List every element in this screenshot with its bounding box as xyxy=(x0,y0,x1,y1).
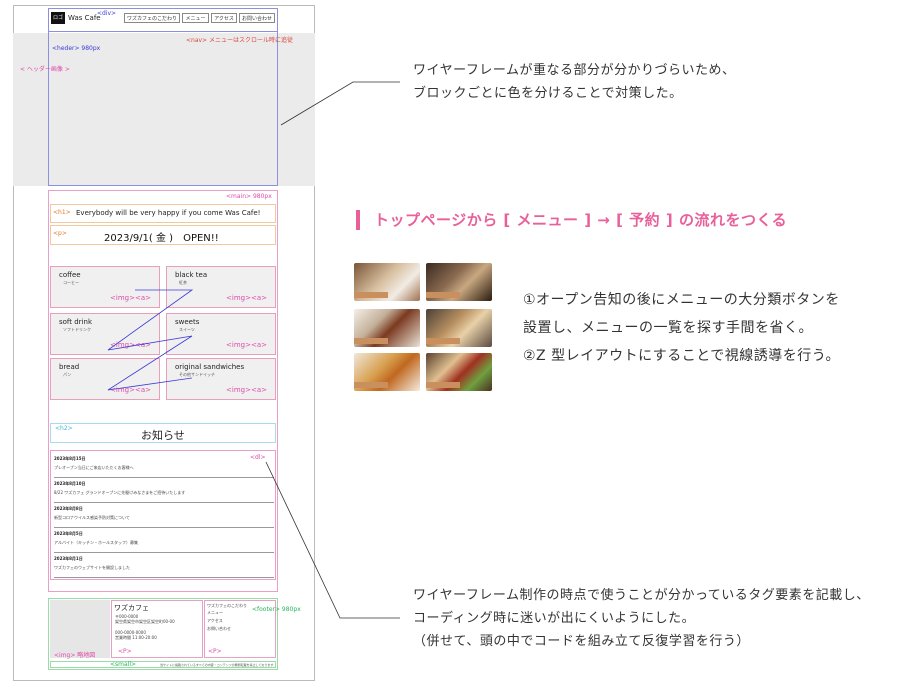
flow-heading: トップページから [ メニュー ] → [ 予約 ] の流れをつくる xyxy=(374,211,788,229)
thumb-caption xyxy=(354,338,388,344)
thumb-caption xyxy=(426,338,460,344)
thumb-coffee xyxy=(354,263,420,301)
thumb-black-tea xyxy=(426,263,492,301)
note-color-blocks: ワイヤーフレームが重なる部分が分かりづらいため、 ブロックごとに色を分けることで… xyxy=(413,63,736,101)
thumb-soft-drink xyxy=(354,309,420,347)
thumb-caption xyxy=(426,292,460,298)
thumb-bread xyxy=(354,353,420,391)
thumb-sandwich xyxy=(426,353,492,391)
thumb-caption xyxy=(354,382,388,388)
heading-bar xyxy=(356,210,360,230)
thumb-sweets xyxy=(426,309,492,347)
thumb-caption xyxy=(354,292,388,298)
thumb-caption xyxy=(426,382,460,388)
note-tag-elements: ワイヤーフレーム制作の時点で使うことが分かっているタグ要素を記載し、 コーディン… xyxy=(413,588,870,649)
note-menu-flow: ①オープン告知の後にメニューの大分類ボタンを 設置し、メニューの一覧を探す手間を… xyxy=(523,292,840,364)
